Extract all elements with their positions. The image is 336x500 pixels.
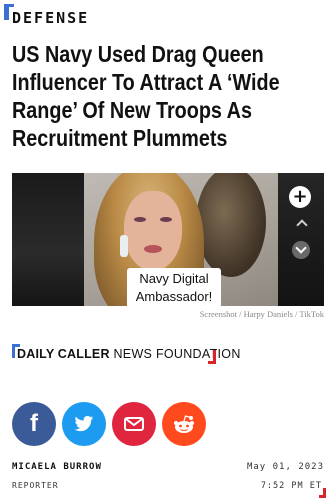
eye-shape [134,217,146,222]
author-role: REPORTER [12,481,59,490]
facebook-icon: f [30,410,38,437]
email-share-button[interactable] [112,402,156,446]
brand-logo[interactable]: DAILY CALLER NEWS FOUNDATION [12,344,240,364]
lips-shape [144,245,162,253]
image-credit: Screenshot / Harpy Daniels / TikTok [199,309,324,319]
caption-line: Navy Digital [139,271,209,286]
face-shape [124,191,182,271]
author-name[interactable]: MICAELA BURROW [12,462,102,472]
brand-name-bold: DAILY CALLER [17,347,110,361]
reddit-icon [174,415,194,433]
earring-shape [120,235,128,257]
brand-name: DAILY CALLER NEWS FOUNDATION [17,347,241,361]
publish-time: 7:52 PM ET [260,481,322,491]
hair-shape [196,173,266,277]
eye-shape [160,217,172,222]
publish-date: May 01, 2023 [246,462,324,472]
reddit-share-button[interactable] [162,402,206,446]
article-video[interactable]: Navy Digital Ambassador! + [12,173,324,306]
plus-icon[interactable]: + [289,186,311,208]
chevron-down-icon[interactable] [292,241,310,259]
corner-accent-top [4,4,14,7]
brand-name-light: NEWS FOUNDATION [109,347,241,361]
brand-corner [208,361,216,364]
corner-accent [319,495,326,498]
twitter-icon [74,416,94,432]
email-icon [124,417,144,431]
facebook-share-button[interactable]: f [12,402,56,446]
article-headline: US Navy Used Drag Queen Influencer To At… [12,41,280,151]
section-label[interactable]: DEFENSE [12,9,89,27]
video-caption: Navy Digital Ambassador! [127,268,221,306]
caption-line: Ambassador! [135,289,213,304]
video-blurred-left [12,173,84,306]
twitter-share-button[interactable] [62,402,106,446]
